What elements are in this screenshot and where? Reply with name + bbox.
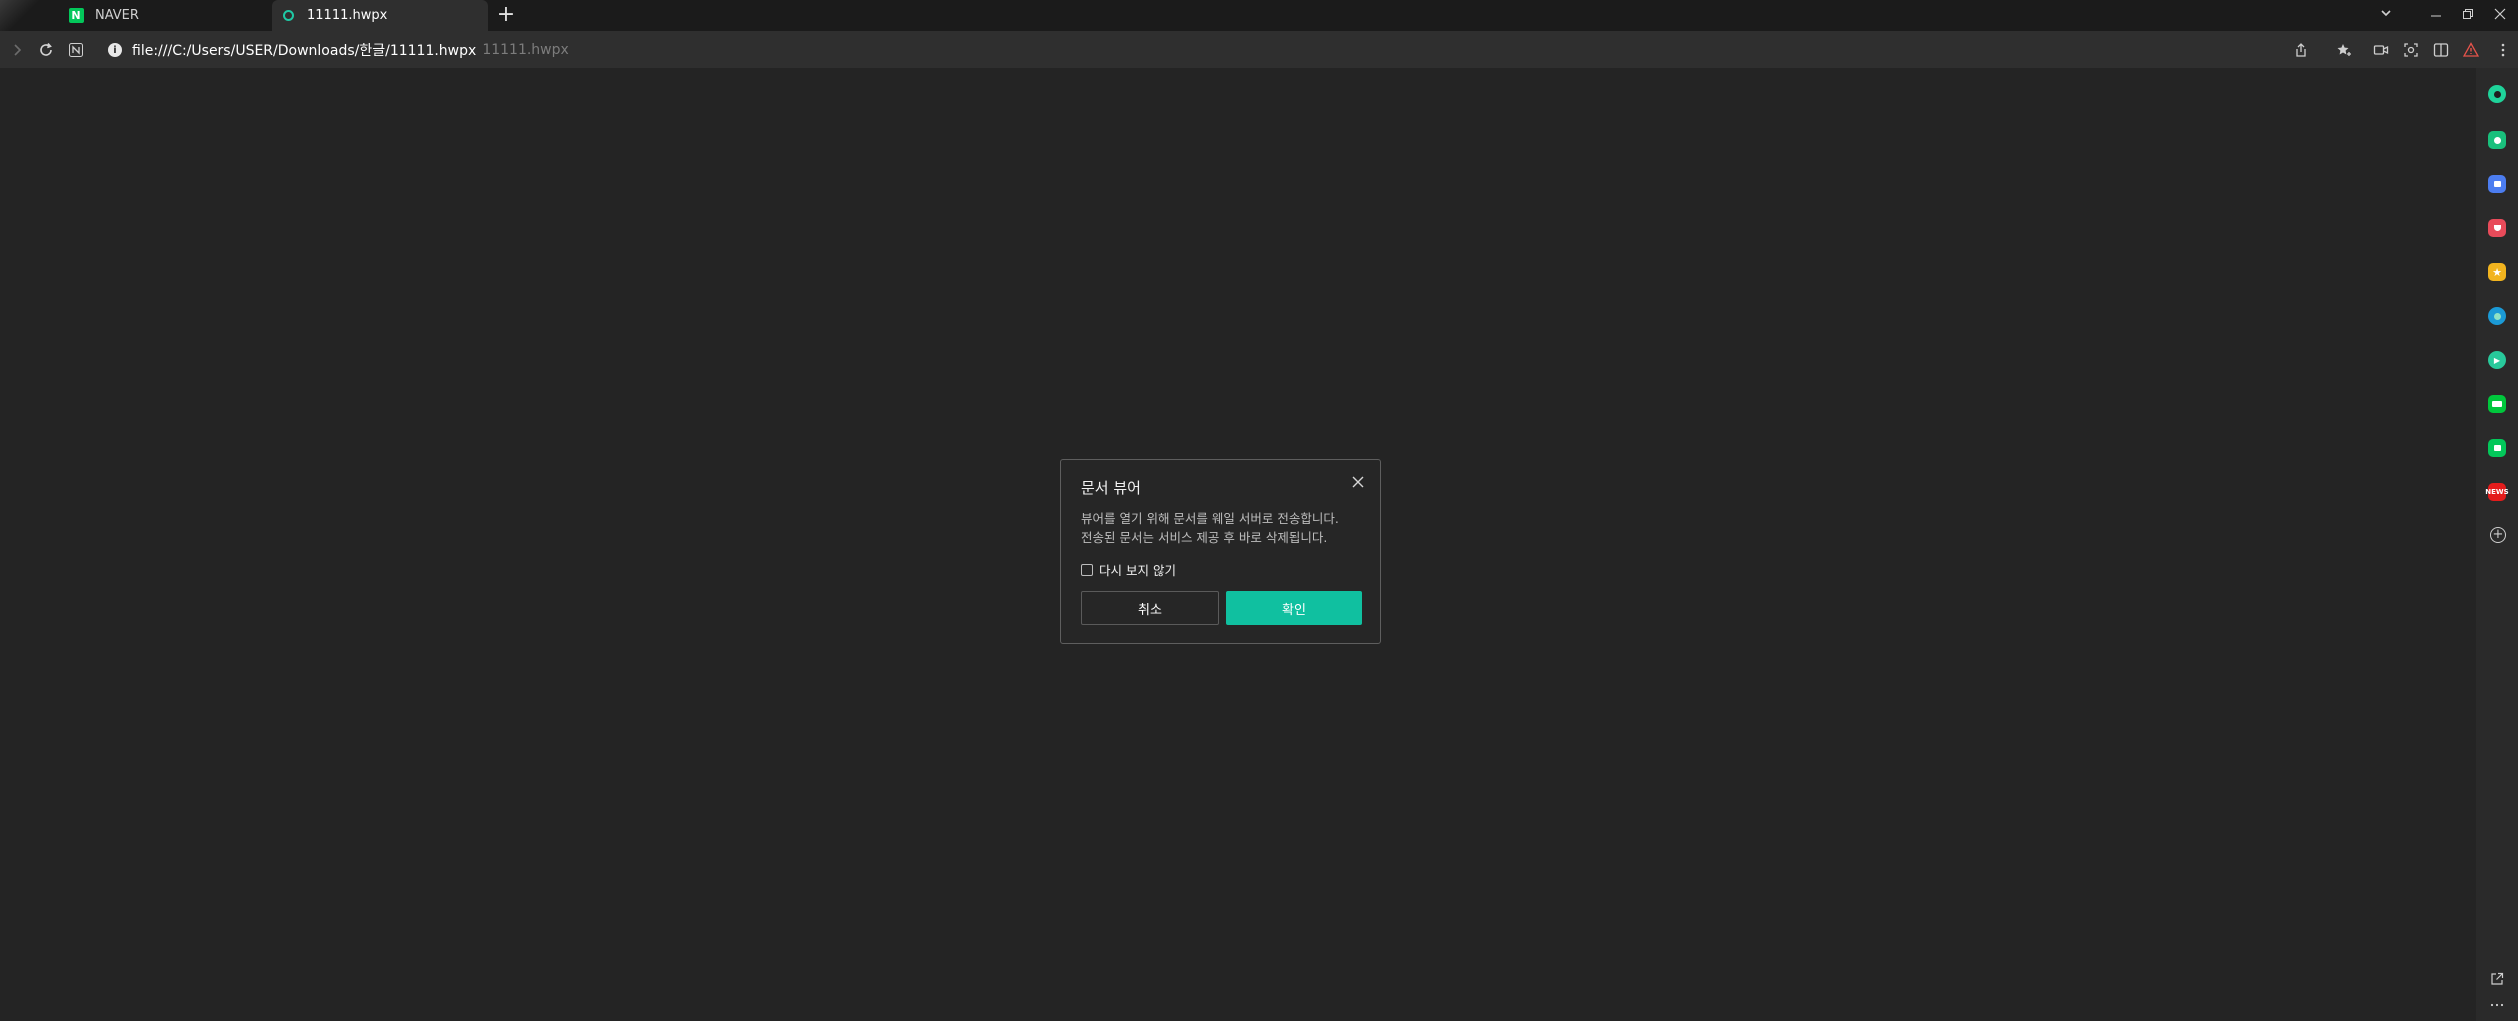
tab-list-chevron-icon[interactable] [2371,3,2401,27]
favorites-icon[interactable]: ★ [2488,263,2506,281]
cancel-button[interactable]: 취소 [1081,591,1219,625]
navigation-toolbar: i file:///C:/Users/USER/Downloads/한글/111… [0,31,2518,68]
edge-icon[interactable] [2488,307,2506,325]
webtoon-icon[interactable] [2488,395,2506,413]
confirm-button[interactable]: 확인 [1226,591,1362,625]
naver-app-icon[interactable] [2488,439,2506,457]
close-window-button[interactable] [2485,3,2515,27]
whale-sidebar: ★ ▶ NEWS + [2476,68,2518,1021]
naver-logo-icon: N [68,8,84,24]
play-icon[interactable]: ▶ [2488,351,2506,369]
whale-space-icon[interactable] [2488,85,2506,103]
favorites-add-icon[interactable] [2331,37,2357,63]
address-url: file:///C:/Users/USER/Downloads/한글/11111… [132,43,477,59]
dont-show-again-checkbox[interactable]: 다시 보지 않기 [1081,560,1176,579]
add-sidebar-item-icon[interactable]: + [2490,527,2506,543]
checkbox-box[interactable] [1081,563,1093,576]
share-icon[interactable] [2288,37,2314,63]
minimize-button[interactable] [2421,3,2451,27]
video-icon[interactable] [2368,37,2394,63]
site-info-icon[interactable]: i [108,43,122,57]
forward-button[interactable] [4,37,30,63]
tab-naver[interactable]: N NAVER [60,0,270,31]
news-icon[interactable]: NEWS [2485,483,2509,501]
new-tab-button[interactable]: + [494,3,518,27]
tab-document-label: 11111.hwpx [307,8,388,23]
dialog-message-line1: 뷰어를 열기 위해 문서를 웨일 서버로 전송합니다. [1081,511,1339,526]
sidebar-more-icon[interactable] [2488,996,2506,1014]
tab-naver-label: NAVER [95,8,139,23]
notification-icon[interactable] [2488,131,2506,149]
restore-button[interactable] [2453,3,2483,27]
close-icon[interactable] [1348,472,1368,492]
open-external-icon[interactable] [2488,970,2506,988]
dialog-message: 뷰어를 열기 위해 문서를 웨일 서버로 전송합니다. 전송된 문서는 서비스 … [1081,509,1339,547]
reload-button[interactable] [33,37,59,63]
tab-document[interactable]: 11111.hwpx [272,0,488,31]
address-page-title: 11111.hwpx [482,42,569,58]
dialog-message-line2: 전송된 문서는 서비스 제공 후 바로 삭제됩니다. [1081,530,1328,545]
screen-capture-icon[interactable] [2398,37,2424,63]
dialog-title: 문서 뷰어 [1081,479,1141,497]
naver-logo-badge: N [68,8,84,23]
more-menu-icon[interactable] [2490,37,2516,63]
address-bar[interactable]: i file:///C:/Users/USER/Downloads/한글/111… [108,37,569,63]
document-viewer-dialog: 문서 뷰어 뷰어를 열기 위해 문서를 웨일 서버로 전송합니다. 전송된 문서… [1060,459,1381,644]
split-view-icon[interactable] [2428,37,2454,63]
naver-home-icon[interactable] [63,37,89,63]
document-viewer-icon [280,8,296,24]
briefcase-icon[interactable] [2488,175,2506,193]
pocket-icon[interactable] [2488,219,2506,237]
checkbox-label: 다시 보지 않기 [1099,563,1176,578]
window-corner-decoration [0,0,42,31]
tab-strip: N NAVER 11111.hwpx + [0,0,2518,31]
warning-icon[interactable] [2458,37,2484,63]
